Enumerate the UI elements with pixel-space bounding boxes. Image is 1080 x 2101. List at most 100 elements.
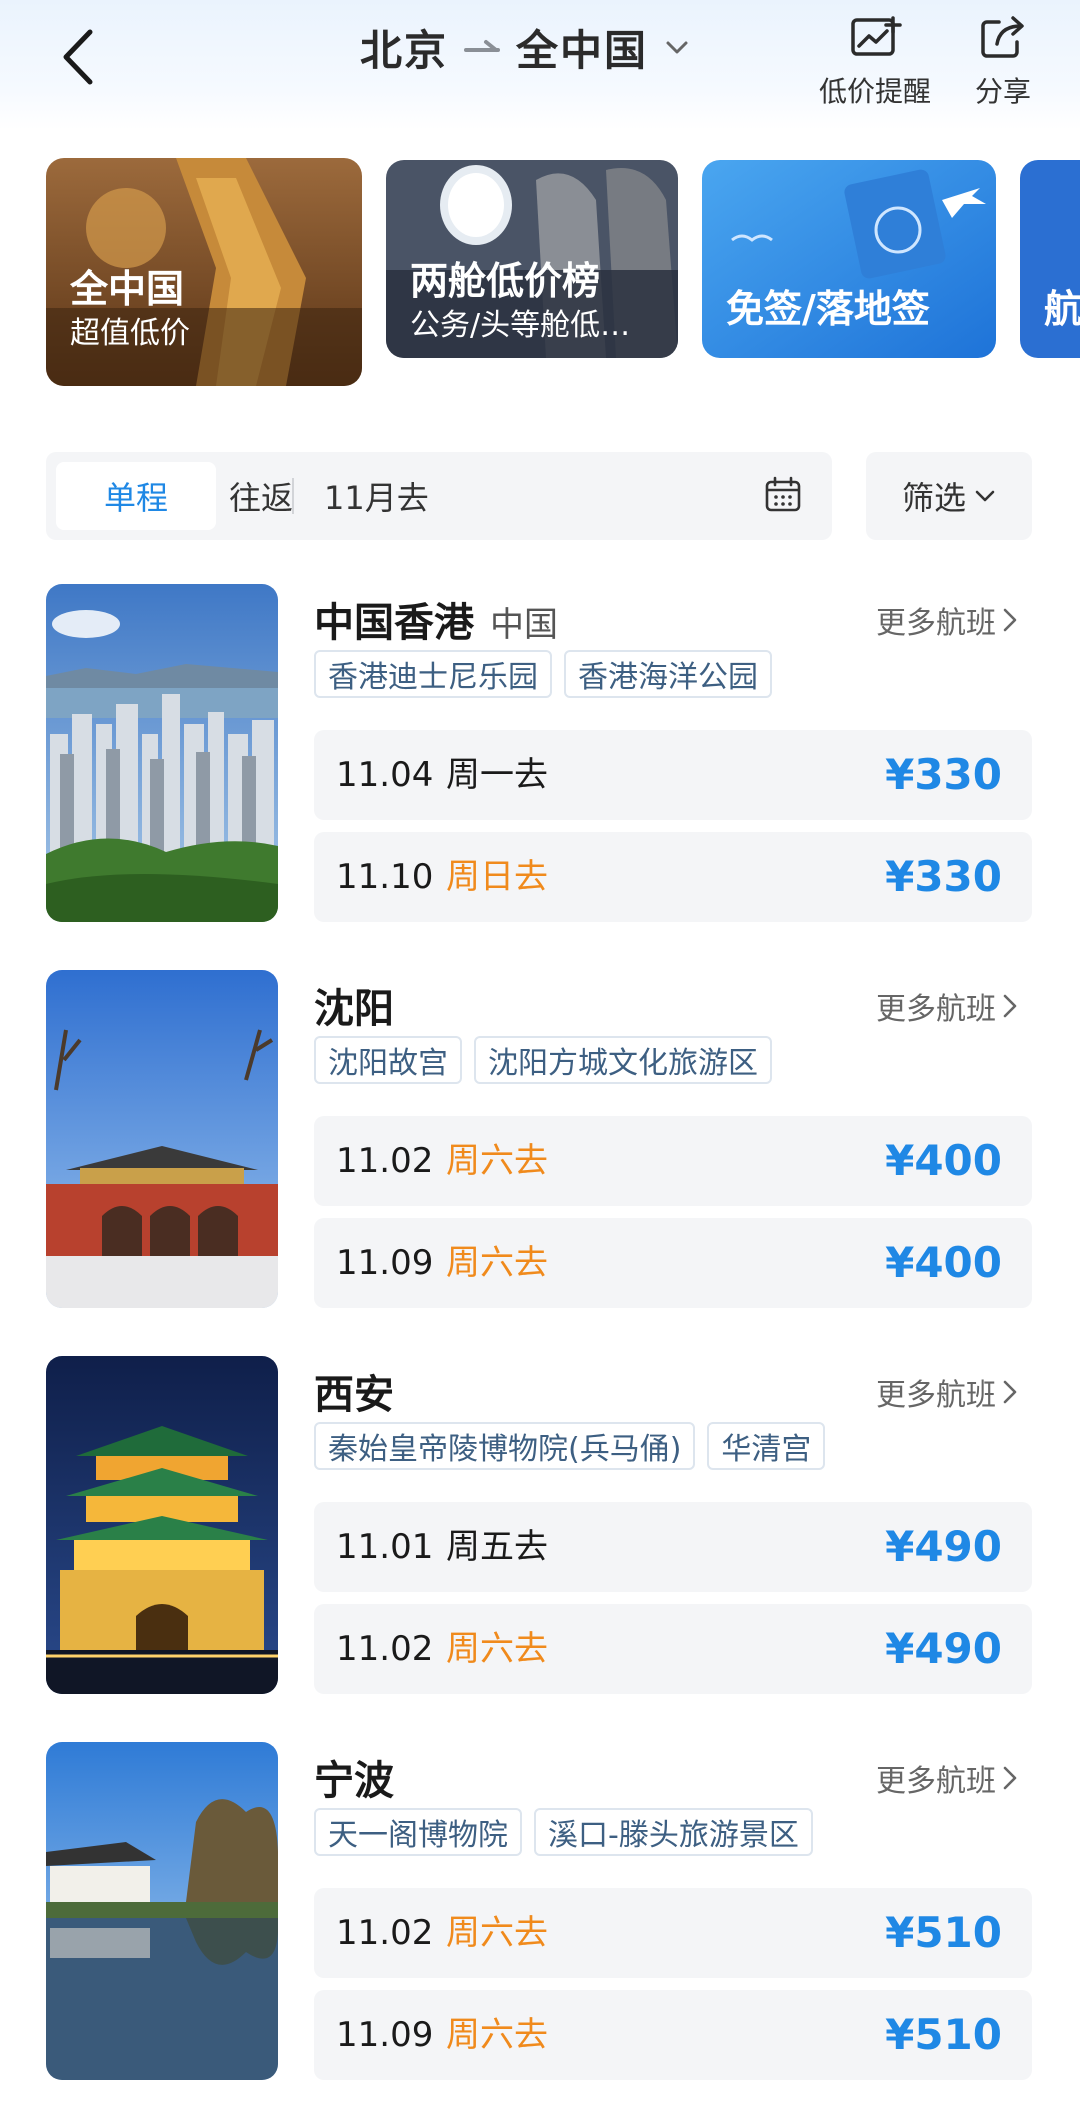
fare-date: 11.02 [336, 1913, 434, 1953]
fare-row[interactable]: 11.01 周五去 ¥490 [314, 1502, 1032, 1592]
trip-filter-bar: 单程 往返 11月去 [46, 452, 832, 540]
chevron-right-icon [1003, 994, 1017, 1018]
fare-row[interactable]: 11.09 周六去 ¥510 [314, 1990, 1032, 2080]
attraction-tag[interactable]: 华清宫 [707, 1422, 826, 1470]
attraction-tags: 天一阁博物院 溪口-滕头旅游景区 [314, 1808, 813, 1856]
destination-card[interactable]: 西安 更多航班 秦始皇帝陵博物院(兵马俑) 华清宫 11.01 周五去 ¥490… [0, 1356, 1080, 1701]
photo-image [46, 1742, 278, 2080]
more-flights-label: 更多航班 [876, 992, 996, 1027]
category-subtitle: 公务/头等舱低… [410, 308, 631, 343]
fare-weekday: 周五去 [446, 1527, 548, 1567]
fare-date: 11.02 [336, 1629, 434, 1669]
destination-card[interactable]: 沈阳 更多航班 沈阳故宫 沈阳方城文化旅游区 11.02 周六去 ¥400 11… [0, 970, 1080, 1315]
attraction-tag[interactable]: 溪口-滕头旅游景区 [534, 1808, 813, 1856]
attraction-tag[interactable]: 天一阁博物院 [314, 1808, 522, 1856]
filter-label: 筛选 [901, 479, 966, 517]
attraction-tag[interactable]: 香港海洋公园 [564, 650, 772, 698]
hong-kong-skyline-photo [46, 584, 278, 922]
attraction-tag[interactable]: 沈阳故宫 [314, 1036, 462, 1084]
category-subtitle: 超值低价 [70, 316, 190, 351]
category-title: 免签/落地签 [726, 287, 930, 331]
fare-price: ¥330 [885, 750, 1002, 799]
fare-price: ¥510 [885, 2010, 1002, 2059]
fare-date: 11.09 [336, 2015, 434, 2055]
tab-one-way[interactable]: 单程 [56, 462, 216, 530]
attraction-tag[interactable]: 秦始皇帝陵博物院(兵马俑) [314, 1422, 696, 1470]
fare-date: 11.10 [336, 857, 434, 897]
destination-region: 中国 [490, 605, 558, 645]
fare-price: ¥490 [885, 1624, 1002, 1673]
chevron-right-icon [1003, 608, 1017, 632]
category-card-premium-cabin[interactable]: 两舱低价榜 公务/头等舱低… [386, 160, 678, 358]
fare-row[interactable]: 11.09 周六去 ¥400 [314, 1218, 1032, 1308]
chevron-left-icon [63, 29, 93, 85]
destination-name: 沈阳 [314, 976, 394, 1034]
destination-name: 宁波 [314, 1748, 394, 1806]
fare-weekday: 周六去 [446, 2015, 548, 2055]
price-alert-label: 低价提醒 [818, 75, 931, 108]
category-card-visa-free[interactable]: 免签/落地签 [702, 160, 996, 358]
fare-row[interactable]: 11.02 周六去 ¥490 [314, 1604, 1032, 1694]
share-icon [981, 16, 1024, 58]
category-card-all-china[interactable]: 全中国 超值低价 [46, 158, 362, 386]
destination-name-text: 西安 [314, 1372, 394, 1418]
destination-name-text: 中国香港 [314, 600, 474, 646]
filter-button[interactable]: 筛选 [866, 452, 1032, 540]
fare-date: 11.04 [336, 755, 434, 795]
more-flights-link[interactable]: 更多航班 [876, 984, 1018, 1028]
fare-price: ¥510 [885, 1908, 1002, 1957]
fare-row[interactable]: 11.04 周一去 ¥330 [314, 730, 1032, 820]
fare-row[interactable]: 11.10 周日去 ¥330 [314, 832, 1032, 922]
destination-card[interactable]: 宁波 更多航班 天一阁博物院 溪口-滕头旅游景区 11.02 周六去 ¥510 … [0, 1742, 1080, 2087]
category-card-partial[interactable]: 航 [1020, 160, 1080, 358]
page: 北京 全中国 低价提醒 分享 全中国 超值低价 两舱低价榜 公务/头等舱低… 免… [0, 0, 1080, 2101]
more-flights-link[interactable]: 更多航班 [876, 1756, 1018, 1800]
destination-name-text: 沈阳 [314, 986, 394, 1032]
month-selector[interactable]: 11月去 [324, 452, 429, 540]
chevron-right-icon [1003, 1766, 1017, 1790]
back-button[interactable] [50, 22, 110, 92]
more-flights-link[interactable]: 更多航班 [876, 1370, 1018, 1414]
fare-price: ¥400 [885, 1136, 1002, 1185]
category-title: 航 [1044, 287, 1080, 331]
top-nav-bar: 北京 全中国 低价提醒 分享 [0, 0, 1080, 130]
calendar-icon[interactable] [764, 476, 802, 514]
attraction-tag[interactable]: 香港迪士尼乐园 [314, 650, 552, 698]
price-alert-icon [851, 16, 902, 56]
photo-image [46, 1356, 278, 1694]
fare-weekday: 周六去 [446, 1913, 548, 1953]
fare-row[interactable]: 11.02 周六去 ¥510 [314, 1888, 1032, 1978]
fare-weekday: 周六去 [446, 1629, 548, 1669]
category-carousel[interactable]: 全中国 超值低价 两舱低价榜 公务/头等舱低… 免签/落地签 航 [0, 120, 1080, 390]
tab-round-trip[interactable]: 往返 [196, 452, 326, 540]
fare-price: ¥490 [885, 1522, 1002, 1571]
more-flights-label: 更多航班 [876, 606, 996, 641]
divider [292, 478, 294, 514]
route-arrow-icon [464, 40, 501, 52]
attraction-tags: 秦始皇帝陵博物院(兵马俑) 华清宫 [314, 1422, 826, 1470]
fare-row[interactable]: 11.02 周六去 ¥400 [314, 1116, 1032, 1206]
fare-weekday: 周一去 [446, 755, 548, 795]
attraction-tag[interactable]: 沈阳方城文化旅游区 [474, 1036, 772, 1084]
more-flights-link[interactable]: 更多航班 [876, 598, 1018, 642]
origin-city: 北京 [360, 25, 449, 75]
destination-card[interactable]: 中国香港 中国 更多航班 香港迪士尼乐园 香港海洋公园 11.04 周一去 ¥33… [0, 584, 1080, 929]
route-selector[interactable]: 北京 全中国 [360, 12, 690, 82]
destination-name-text: 宁波 [314, 1758, 394, 1804]
photo-image [46, 970, 278, 1308]
share-button[interactable]: 分享 [938, 12, 1068, 112]
destination-city: 全中国 [516, 25, 649, 75]
destination-name: 中国香港 中国 [314, 590, 558, 648]
price-alert-button[interactable]: 低价提醒 [810, 12, 940, 112]
fare-price: ¥330 [885, 852, 1002, 901]
attraction-tags: 香港迪士尼乐园 香港海洋公园 [314, 650, 772, 698]
share-label: 分享 [974, 75, 1031, 108]
fare-price: ¥400 [885, 1238, 1002, 1287]
chevron-down-icon [975, 490, 995, 502]
shenyang-palace-gate-photo [46, 970, 278, 1308]
category-title: 全中国 [70, 267, 185, 311]
fare-weekday: 周日去 [446, 857, 548, 897]
fare-weekday: 周六去 [446, 1243, 548, 1283]
more-flights-label: 更多航班 [876, 1378, 996, 1413]
ningbo-tianyi-pavilion-photo [46, 1742, 278, 2080]
